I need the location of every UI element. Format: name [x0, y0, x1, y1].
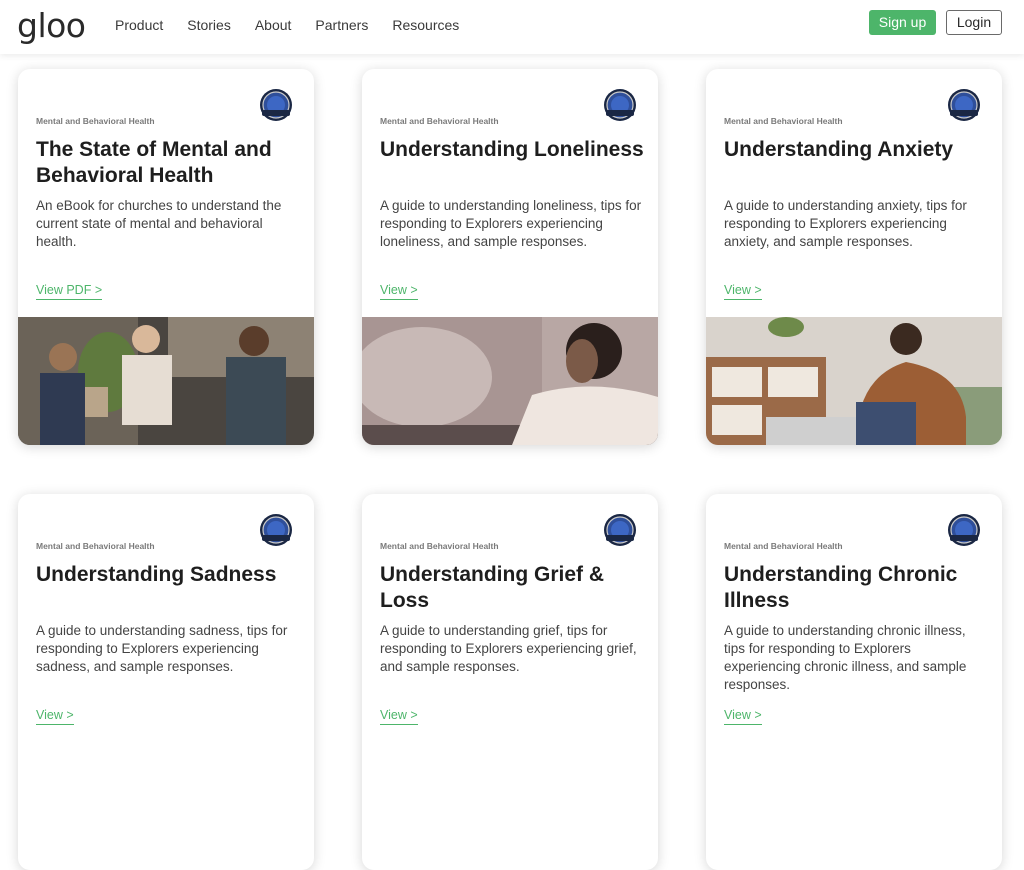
card-description: A guide to understanding sadness, tips f…: [36, 623, 288, 674]
group-therapy-photo: [18, 317, 314, 445]
resource-card[interactable]: Mental and Behavioral Health Understandi…: [362, 69, 658, 445]
nav-about[interactable]: About: [255, 17, 292, 33]
card-category: Mental and Behavioral Health: [724, 541, 843, 551]
card-title: Understanding Anxiety: [724, 138, 954, 161]
resource-card[interactable]: Mental and Behavioral Health Understandi…: [18, 494, 314, 870]
card-title: Understanding Sadness: [36, 563, 277, 586]
signup-button[interactable]: Sign up: [869, 10, 936, 35]
card-category: Mental and Behavioral Health: [36, 116, 155, 126]
amct-seal-icon: [948, 89, 980, 121]
resource-card[interactable]: Mental and Behavioral Health Understandi…: [706, 494, 1002, 870]
login-button[interactable]: Login: [946, 10, 1002, 35]
view-link[interactable]: View >: [724, 708, 762, 725]
card-description: A guide to understanding chronic illness…: [724, 623, 967, 692]
view-link[interactable]: View >: [380, 283, 418, 300]
amct-seal-icon: [604, 89, 636, 121]
amct-seal-icon: [604, 514, 636, 546]
card-category: Mental and Behavioral Health: [380, 116, 499, 126]
card-category: Mental and Behavioral Health: [380, 541, 499, 551]
nav-stories[interactable]: Stories: [187, 17, 231, 33]
card-description: A guide to understanding anxiety, tips f…: [724, 198, 967, 249]
amct-seal-icon: [260, 514, 292, 546]
woman-window-photo: [362, 317, 658, 445]
resource-card[interactable]: Mental and Behavioral Health Understandi…: [706, 69, 1002, 445]
amct-seal-icon: [948, 514, 980, 546]
card-category: Mental and Behavioral Health: [724, 116, 843, 126]
view-link[interactable]: View >: [724, 283, 762, 300]
card-description: An eBook for churches to understand the …: [36, 198, 282, 249]
nav-resources[interactable]: Resources: [392, 17, 459, 33]
card-description: A guide to understanding grief, tips for…: [380, 623, 637, 674]
view-pdf-link[interactable]: View PDF >: [36, 283, 103, 300]
resource-card[interactable]: Mental and Behavioral Health Understandi…: [362, 494, 658, 870]
card-title: Understanding Chronic Illness: [724, 563, 958, 612]
card-title: Understanding Grief & Loss: [380, 563, 605, 612]
man-couch-photo: [706, 317, 1002, 445]
nav-partners[interactable]: Partners: [315, 17, 368, 33]
card-title: Understanding Loneliness: [380, 138, 644, 161]
card-title: The State of Mental and Behavioral Healt…: [36, 138, 272, 187]
site-header: gloo Product Stories About Partners Reso…: [0, 0, 1024, 54]
view-link[interactable]: View >: [380, 708, 418, 725]
main-nav: Product Stories About Partners Resources: [115, 17, 483, 33]
view-link[interactable]: View >: [36, 708, 74, 725]
amct-seal-icon: [260, 89, 292, 121]
card-category: Mental and Behavioral Health: [36, 541, 155, 551]
resource-card[interactable]: Mental and Behavioral Health The State o…: [18, 69, 314, 445]
nav-product[interactable]: Product: [115, 17, 163, 33]
card-description: A guide to understanding loneliness, tip…: [380, 198, 642, 249]
gloo-logo[interactable]: gloo: [17, 6, 86, 45]
